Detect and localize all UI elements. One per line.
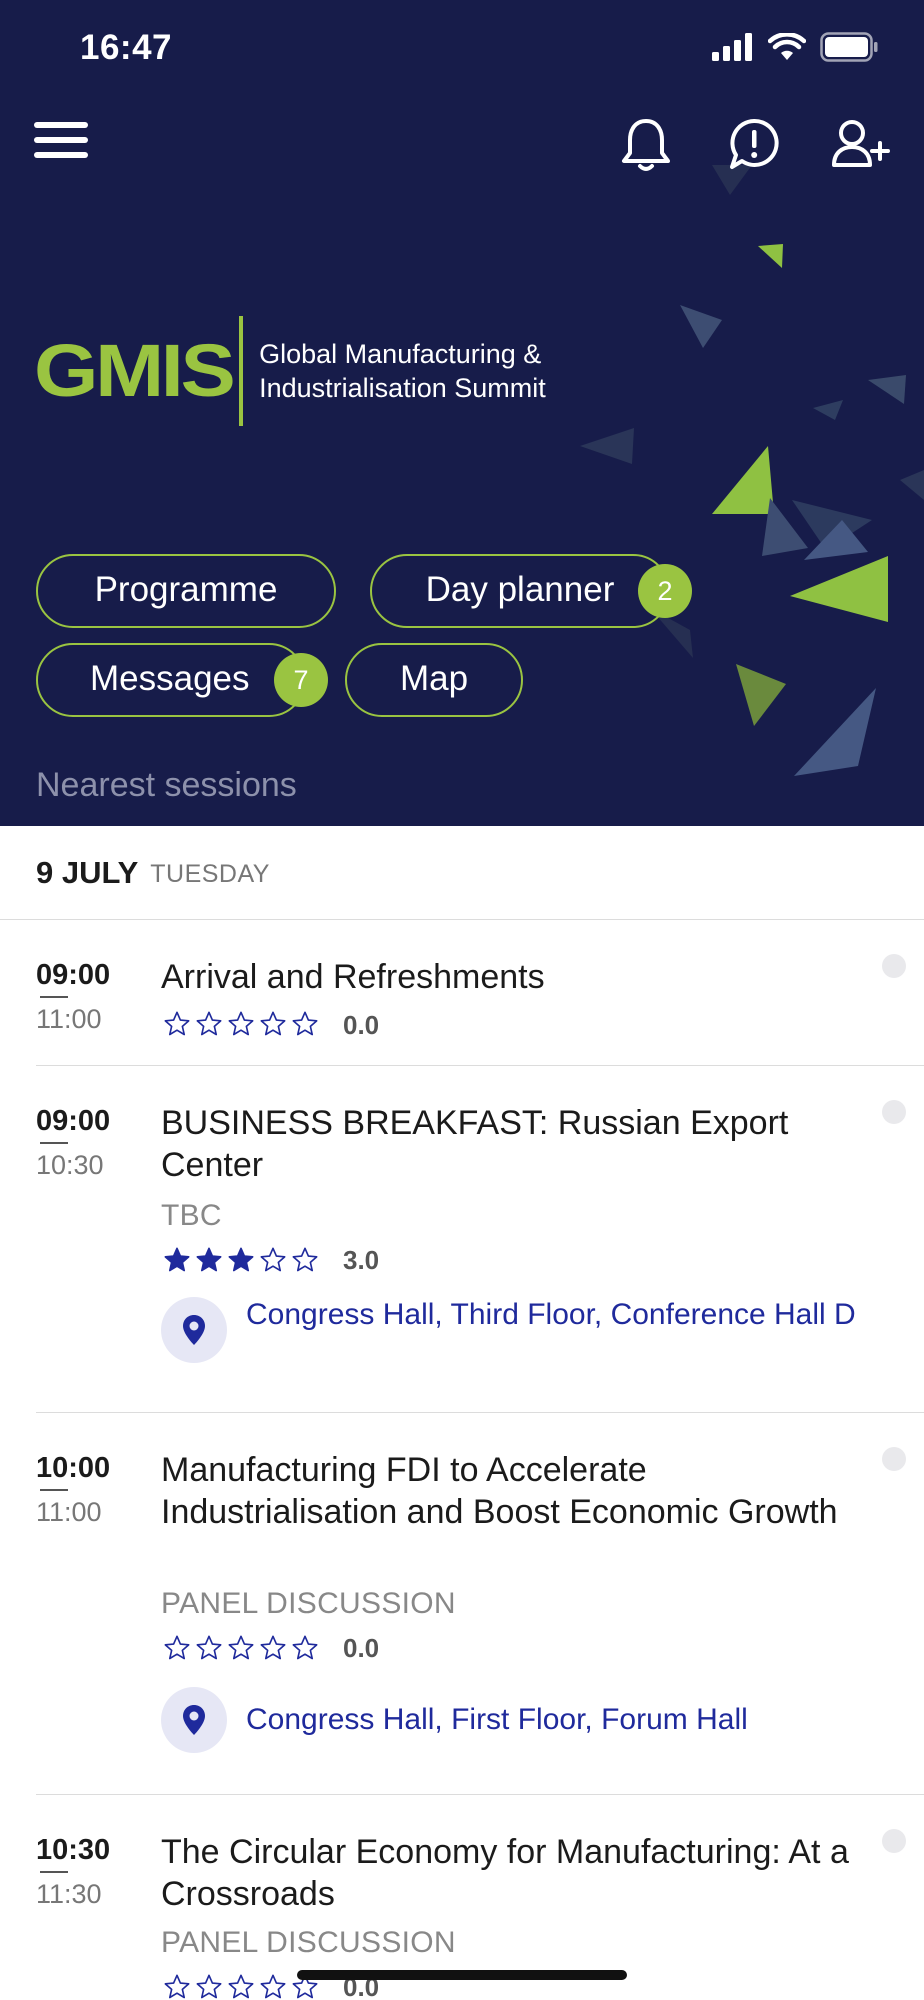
bell-icon[interactable] xyxy=(618,115,674,175)
date-main: 9 JULY xyxy=(36,854,139,890)
session-start-time: 09:00 xyxy=(36,959,111,991)
star-icon[interactable] xyxy=(195,1010,223,1038)
status-dot xyxy=(882,1447,906,1471)
session-end-time: 11:00 xyxy=(36,1004,102,1034)
session-start-time: 10:00 xyxy=(36,1452,111,1484)
info-icon[interactable] xyxy=(726,115,782,175)
star-icon[interactable] xyxy=(195,1973,223,2000)
home-indicator xyxy=(297,1970,627,1980)
status-dot xyxy=(882,954,906,978)
session-end-time: 11:00 xyxy=(36,1497,102,1527)
date-header: 9 JULY TUESDAY xyxy=(0,826,924,920)
star-icon[interactable] xyxy=(259,1973,287,2000)
session-end-time: 11:30 xyxy=(36,1879,102,1909)
session-subtitle: PANEL DISCUSSION xyxy=(161,1587,456,1620)
session-subtitle: TBC xyxy=(161,1199,222,1232)
status-time: 16:47 xyxy=(80,28,173,67)
time-separator xyxy=(40,1489,68,1491)
session-item[interactable]: 10:00 11:00 Manufacturing FDI to Acceler… xyxy=(0,1413,924,1795)
session-item[interactable]: 09:00 11:00 Arrival and Refreshments 0.0 xyxy=(0,920,924,1066)
wifi-icon xyxy=(768,33,806,60)
rating-stars[interactable] xyxy=(163,1246,323,1274)
signal-icon xyxy=(712,33,752,61)
rating-stars[interactable] xyxy=(163,1010,323,1038)
star-icon[interactable] xyxy=(163,1634,191,1662)
star-icon[interactable] xyxy=(195,1634,223,1662)
session-start-time: 09:00 xyxy=(36,1105,111,1137)
nearest-sessions-title: Nearest sessions xyxy=(36,766,297,804)
session-title: Manufacturing FDI to Accelerate Industri… xyxy=(161,1451,838,1531)
session-item[interactable]: 09:00 10:30 BUSINESS BREAKFAST: Russian … xyxy=(0,1066,924,1413)
session-title: The Circular Economy for Manufacturing: … xyxy=(161,1833,849,1913)
logo-line-1: Global Manufacturing & xyxy=(259,339,542,369)
battery-icon xyxy=(820,32,878,62)
messages-label: Messages xyxy=(90,659,250,698)
rating-value: 3.0 xyxy=(343,1245,380,1275)
star-icon[interactable] xyxy=(227,1010,255,1038)
day-planner-badge: 2 xyxy=(638,564,692,618)
session-location[interactable]: Congress Hall, First Floor, Forum Hall xyxy=(246,1701,866,1738)
programme-button[interactable]: Programme xyxy=(36,554,336,628)
gmis-logo: GMIS Global Manufacturing & Industrialis… xyxy=(34,316,546,426)
day-planner-label: Day planner xyxy=(425,570,615,609)
logo-line-2: Industrialisation Summit xyxy=(259,373,546,403)
star-icon[interactable] xyxy=(259,1010,287,1038)
messages-badge: 7 xyxy=(274,653,328,707)
rating-value: 0.0 xyxy=(343,1633,380,1663)
location-pin-icon xyxy=(161,1297,227,1363)
map-button[interactable]: Map xyxy=(345,643,523,717)
star-icon[interactable] xyxy=(227,1973,255,2000)
star-icon[interactable] xyxy=(291,1010,319,1038)
logo-mark: GMIS xyxy=(34,329,236,412)
session-end-time: 10:30 xyxy=(36,1150,104,1180)
star-icon[interactable] xyxy=(195,1246,223,1274)
header: 16:47 GMIS Global Manufacturing & Indust… xyxy=(0,0,924,826)
star-icon[interactable] xyxy=(163,1973,191,2000)
programme-label: Programme xyxy=(94,570,278,609)
star-icon[interactable] xyxy=(291,1634,319,1662)
status-icons xyxy=(712,32,878,62)
map-label: Map xyxy=(399,659,469,698)
status-dot xyxy=(882,1829,906,1853)
star-icon[interactable] xyxy=(259,1246,287,1274)
session-subtitle: PANEL DISCUSSION xyxy=(161,1926,456,1959)
star-icon[interactable] xyxy=(163,1246,191,1274)
session-title: Arrival and Refreshments xyxy=(161,958,545,996)
menu-button[interactable] xyxy=(34,122,88,166)
rating-value: 0.0 xyxy=(343,1010,380,1040)
add-user-icon[interactable] xyxy=(830,115,892,175)
rating-stars[interactable] xyxy=(163,1634,323,1662)
star-icon[interactable] xyxy=(259,1634,287,1662)
messages-button[interactable]: Messages xyxy=(36,643,306,717)
time-separator xyxy=(40,996,68,998)
time-separator xyxy=(40,1871,68,1873)
star-icon[interactable] xyxy=(227,1634,255,1662)
logo-text: Global Manufacturing & Industrialisation… xyxy=(259,337,546,405)
app-screen: 16:47 GMIS Global Manufacturing & Indust… xyxy=(0,0,924,2000)
star-icon[interactable] xyxy=(291,1246,319,1274)
logo-divider xyxy=(239,316,244,426)
day-planner-button[interactable]: Day planner xyxy=(370,554,670,628)
session-location[interactable]: Congress Hall, Third Floor, Conference H… xyxy=(246,1296,866,1333)
status-dot xyxy=(882,1100,906,1124)
session-title: BUSINESS BREAKFAST: Russian Export Cente… xyxy=(161,1104,789,1184)
star-icon[interactable] xyxy=(163,1010,191,1038)
session-start-time: 10:30 xyxy=(36,1834,111,1866)
date-weekday: TUESDAY xyxy=(150,860,270,888)
time-separator xyxy=(40,1142,68,1144)
location-pin-icon xyxy=(161,1687,227,1753)
menu-icon xyxy=(34,122,88,158)
star-icon[interactable] xyxy=(227,1246,255,1274)
